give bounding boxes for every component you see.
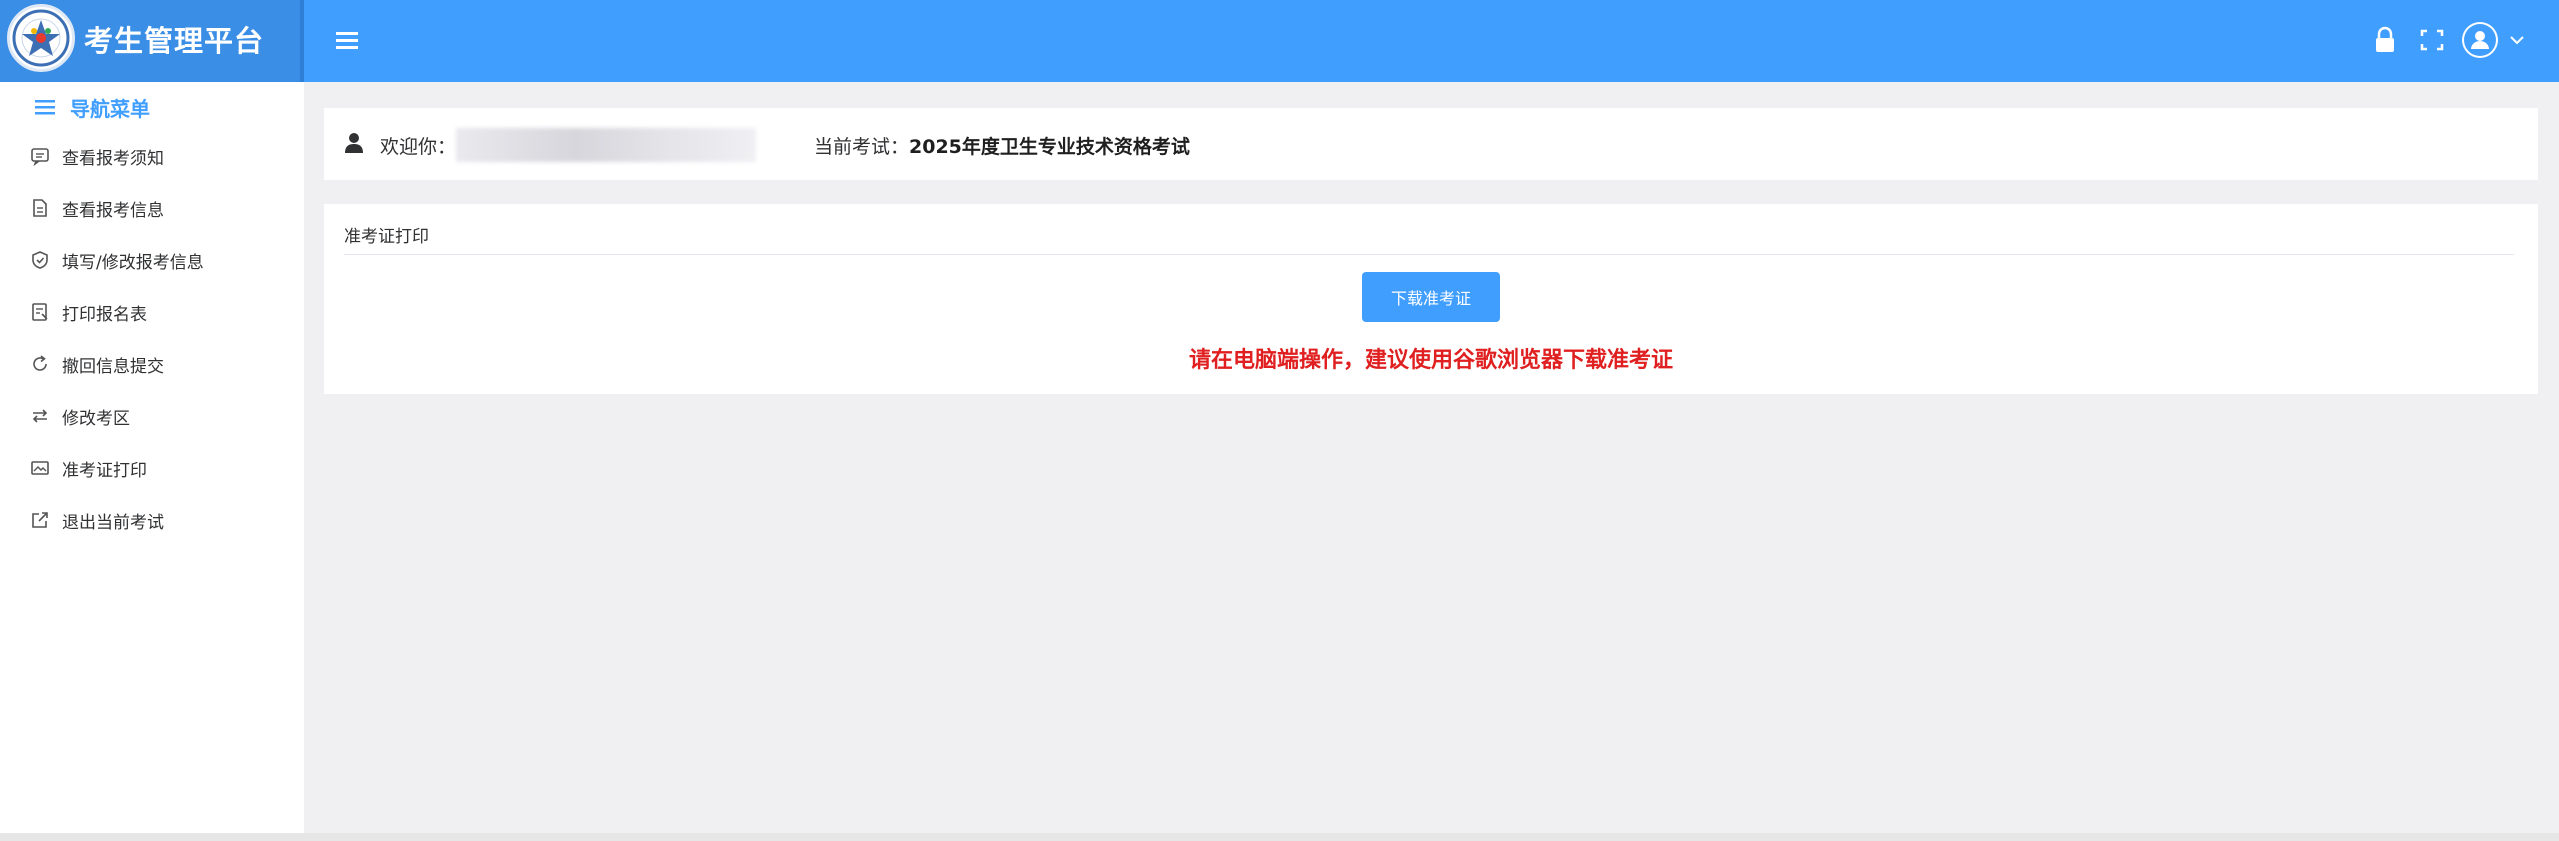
sidebar-item-label: 撤回信息提交 — [62, 356, 164, 377]
card-title: 准考证打印 — [344, 227, 429, 247]
brand: 考生管理平台 — [0, 0, 304, 82]
download-ticket-button[interactable]: 下载准考证 — [1362, 272, 1500, 322]
avatar[interactable] — [2462, 22, 2498, 58]
sidebar-item-edit-info[interactable]: 填写/修改报考信息 — [30, 242, 300, 278]
sidebar-item-exit-exam[interactable]: 退出当前考试 — [30, 502, 300, 538]
ticket-icon — [31, 461, 49, 475]
welcome-card: 欢迎你： 当前考试：2025年度卫生专业技术资格考试 — [324, 108, 2538, 180]
sidebar-item-admission-ticket[interactable]: 准考证打印 — [30, 450, 300, 486]
current-exam: 当前考试：2025年度卫生专业技术资格考试 — [814, 132, 1190, 159]
warning-text: 请在电脑端操作，建议使用谷歌浏览器下载准考证 — [1188, 348, 1673, 373]
lock-icon[interactable] — [2373, 22, 2397, 58]
sidebar-item-label: 查看报考须知 — [62, 148, 164, 169]
sidebar-item-label: 打印报名表 — [62, 304, 147, 325]
switch-icon — [32, 409, 48, 423]
nav-header: 导航菜单 — [34, 90, 150, 124]
sidebar-item-change-area[interactable]: 修改考区 — [30, 398, 300, 434]
sidebar-item-notice[interactable]: 查看报考须知 — [30, 138, 300, 174]
logo — [7, 4, 75, 72]
app-root: 考生管理平台 导航菜单 查看报考须知 查看报考信息 填写/修改报考信息 打印报名… — [0, 0, 2559, 841]
sidebar: 导航菜单 查看报考须知 查看报考信息 填写/修改报考信息 打印报名表 撤回信息提… — [0, 82, 304, 841]
sidebar-item-label: 准考证打印 — [62, 460, 147, 481]
sidebar-item-view-info[interactable]: 查看报考信息 — [30, 190, 300, 226]
sidebar-item-print-form[interactable]: 打印报名表 — [30, 294, 300, 330]
current-exam-label: 当前考试： — [814, 136, 910, 158]
top-bar: 考生管理平台 — [0, 0, 2559, 82]
fullscreen-icon[interactable] — [2418, 22, 2446, 58]
message-icon — [31, 148, 49, 166]
admission-ticket-card: 准考证打印 下载准考证 请在电脑端操作，建议使用谷歌浏览器下载准考证 — [324, 204, 2538, 394]
bottom-border — [0, 833, 2559, 841]
refresh-icon — [33, 355, 47, 371]
menu-toggle-icon[interactable] — [334, 28, 360, 52]
nav-header-label: 导航菜单 — [70, 96, 150, 121]
exit-icon — [32, 512, 48, 528]
current-exam-name: 2025年度卫生专业技术资格考试 — [909, 136, 1190, 158]
sidebar-item-label: 退出当前考试 — [62, 512, 164, 533]
divider — [344, 254, 2514, 255]
sidebar-item-label: 填写/修改报考信息 — [62, 252, 204, 273]
sidebar-item-label: 修改考区 — [62, 408, 130, 429]
user-icon — [345, 133, 363, 153]
print-form-icon — [32, 303, 48, 321]
sidebar-item-label: 查看报考信息 — [62, 200, 164, 221]
menu-list-icon — [35, 100, 55, 115]
redacted-name — [456, 128, 756, 162]
chevron-down-icon[interactable] — [2508, 30, 2526, 50]
shield-check-icon — [32, 251, 48, 269]
document-icon — [33, 199, 47, 217]
sidebar-item-withdraw[interactable]: 撤回信息提交 — [30, 346, 300, 382]
app-title: 考生管理平台 — [84, 24, 265, 58]
welcome-label: 欢迎你： — [380, 136, 457, 158]
